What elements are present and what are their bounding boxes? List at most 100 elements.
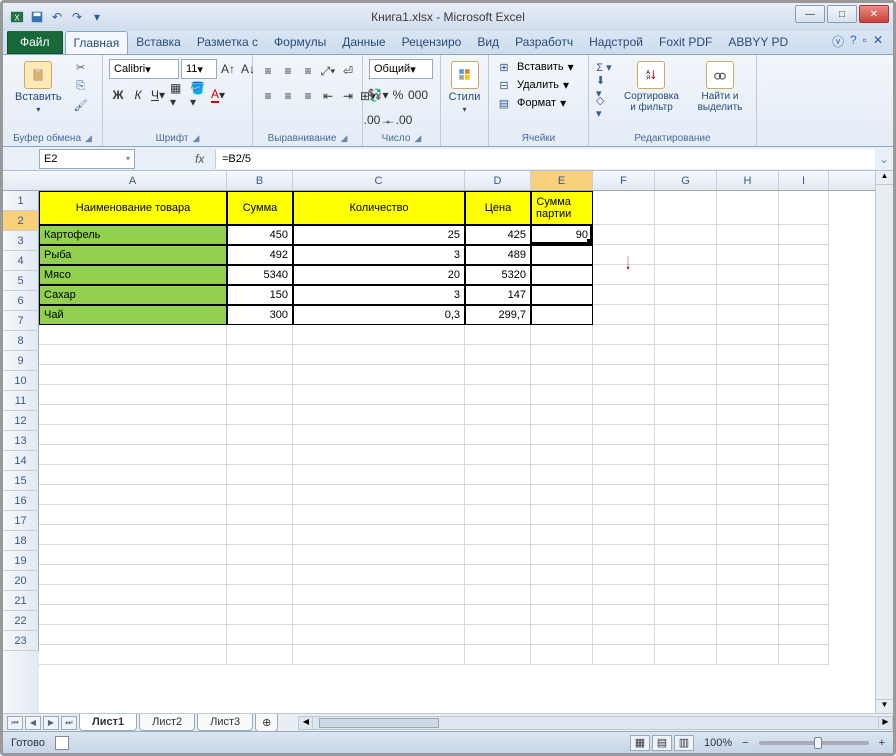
zoom-out-button[interactable]: − xyxy=(742,737,748,749)
col-header-C[interactable]: C xyxy=(293,171,465,190)
cell-H22[interactable] xyxy=(717,625,779,645)
cell-B11[interactable] xyxy=(227,405,293,425)
last-sheet-button[interactable]: ⏭ xyxy=(61,716,77,730)
copy-icon[interactable]: ⎘ xyxy=(72,78,90,94)
cell-E16[interactable] xyxy=(531,505,593,525)
cell-B18[interactable] xyxy=(227,545,293,565)
scroll-right-icon[interactable]: ▶ xyxy=(878,717,892,729)
cell-I14[interactable] xyxy=(779,465,829,485)
col-header-I[interactable]: I xyxy=(779,171,829,190)
cell-E3[interactable] xyxy=(531,245,593,265)
font-color-icon[interactable]: A▾ xyxy=(209,86,227,104)
cell-F12[interactable] xyxy=(593,425,655,445)
cell-F9[interactable] xyxy=(593,365,655,385)
row-header-12[interactable]: 12 xyxy=(3,411,39,431)
font-name-select[interactable]: Calibri ▾ xyxy=(109,59,179,79)
tab-вид[interactable]: Вид xyxy=(469,31,507,54)
horizontal-scrollbar[interactable]: ◀ ▶ xyxy=(298,716,893,730)
col-header-E[interactable]: E xyxy=(531,171,593,190)
wrap-text-icon[interactable]: ⏎ xyxy=(339,62,357,80)
cell-D14[interactable] xyxy=(465,465,531,485)
row-header-16[interactable]: 16 xyxy=(3,491,39,511)
cell-I5[interactable] xyxy=(779,285,829,305)
cell-E11[interactable] xyxy=(531,405,593,425)
cell-C18[interactable] xyxy=(293,545,465,565)
cell-B6[interactable]: 300 xyxy=(227,305,293,325)
name-box[interactable]: E2▾ xyxy=(39,149,135,169)
cell-E2[interactable]: 90 xyxy=(531,225,593,245)
col-header-A[interactable]: A xyxy=(39,171,227,190)
styles-button[interactable]: Стили ▾ xyxy=(447,59,482,116)
cell-D5[interactable]: 147 xyxy=(465,285,531,305)
cell-A9[interactable] xyxy=(39,365,227,385)
cell-C5[interactable]: 3 xyxy=(293,285,465,305)
cell-F11[interactable] xyxy=(593,405,655,425)
cell-G22[interactable] xyxy=(655,625,717,645)
cell-A7[interactable] xyxy=(39,325,227,345)
cell-A14[interactable] xyxy=(39,465,227,485)
cell-A12[interactable] xyxy=(39,425,227,445)
formula-input[interactable] xyxy=(215,149,875,169)
cell-G1[interactable] xyxy=(655,191,717,225)
maximize-button[interactable]: □ xyxy=(827,5,857,23)
cell-D4[interactable]: 5320 xyxy=(465,265,531,285)
next-sheet-button[interactable]: ▶ xyxy=(43,716,59,730)
cell-G11[interactable] xyxy=(655,405,717,425)
col-header-D[interactable]: D xyxy=(465,171,531,190)
cell-I7[interactable] xyxy=(779,325,829,345)
cell-B14[interactable] xyxy=(227,465,293,485)
cell-H6[interactable] xyxy=(717,305,779,325)
ribbon-close-icon[interactable]: ✕ xyxy=(873,33,883,50)
cut-icon[interactable]: ✂ xyxy=(72,59,90,75)
row-header-15[interactable]: 15 xyxy=(3,471,39,491)
cell-D2[interactable]: 425 xyxy=(465,225,531,245)
normal-view-button[interactable]: ▦ xyxy=(630,735,650,751)
cell-G8[interactable] xyxy=(655,345,717,365)
cell-G2[interactable] xyxy=(655,225,717,245)
tab-данные[interactable]: Данные xyxy=(334,31,393,54)
row-header-9[interactable]: 9 xyxy=(3,351,39,371)
cell-E7[interactable] xyxy=(531,325,593,345)
cell-A21[interactable] xyxy=(39,605,227,625)
cell-G4[interactable] xyxy=(655,265,717,285)
cell-A15[interactable] xyxy=(39,485,227,505)
cell-E22[interactable] xyxy=(531,625,593,645)
cell-A11[interactable] xyxy=(39,405,227,425)
cell-H15[interactable] xyxy=(717,485,779,505)
cell-B20[interactable] xyxy=(227,585,293,605)
cell-H21[interactable] xyxy=(717,605,779,625)
cell-B12[interactable] xyxy=(227,425,293,445)
cell-A3[interactable]: Рыба xyxy=(39,245,227,265)
cell-I22[interactable] xyxy=(779,625,829,645)
bold-button[interactable]: Ж xyxy=(109,86,127,104)
cell-C13[interactable] xyxy=(293,445,465,465)
cell-G6[interactable] xyxy=(655,305,717,325)
cell-I12[interactable] xyxy=(779,425,829,445)
row-header-2[interactable]: 2 xyxy=(3,211,39,231)
cell-B16[interactable] xyxy=(227,505,293,525)
cell-I17[interactable] xyxy=(779,525,829,545)
number-format-select[interactable]: Общий ▾ xyxy=(369,59,433,79)
cell-I15[interactable] xyxy=(779,485,829,505)
cell-F14[interactable] xyxy=(593,465,655,485)
scroll-down-icon[interactable]: ▼ xyxy=(876,699,893,713)
cell-G20[interactable] xyxy=(655,585,717,605)
cell-H7[interactable] xyxy=(717,325,779,345)
prev-sheet-button[interactable]: ◀ xyxy=(25,716,41,730)
sheet-tab-Лист2[interactable]: Лист2 xyxy=(139,714,195,731)
cell-F6[interactable] xyxy=(593,305,655,325)
cell-D13[interactable] xyxy=(465,445,531,465)
cell-B17[interactable] xyxy=(227,525,293,545)
percent-icon[interactable]: % xyxy=(389,86,407,104)
row-header-8[interactable]: 8 xyxy=(3,331,39,351)
cell-D17[interactable] xyxy=(465,525,531,545)
cell-F17[interactable] xyxy=(593,525,655,545)
cell-B13[interactable] xyxy=(227,445,293,465)
col-header-H[interactable]: H xyxy=(717,171,779,190)
spreadsheet-grid[interactable]: ABCDEFGHI 123456789101112131415161718192… xyxy=(3,171,893,731)
autosum-icon[interactable]: Σ ▾ xyxy=(595,59,613,75)
align-center-icon[interactable]: ≡ xyxy=(279,87,297,105)
cell-D7[interactable] xyxy=(465,325,531,345)
cell-C15[interactable] xyxy=(293,485,465,505)
cell-D9[interactable] xyxy=(465,365,531,385)
